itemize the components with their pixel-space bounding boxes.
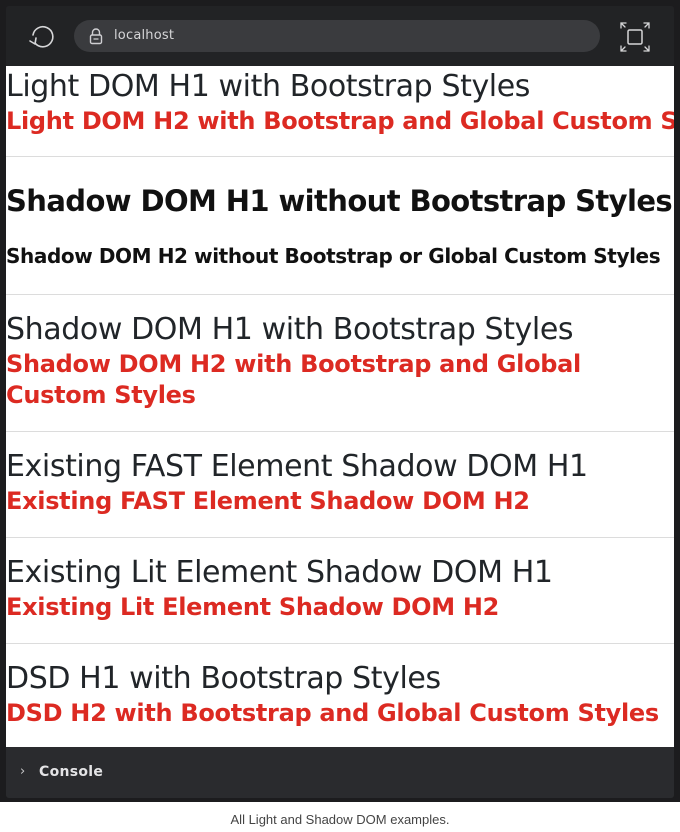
console-label: Console bbox=[39, 764, 104, 780]
light-dom-h1: Light DOM H1 with Bootstrap Styles bbox=[6, 69, 531, 104]
fast-element-h2: Existing FAST Element Shadow DOM H2 bbox=[6, 487, 530, 515]
lit-element-h1: Existing Lit Element Shadow DOM H1 bbox=[6, 555, 553, 590]
shadow-dom-bootstrap-section: Shadow DOM H1 with Bootstrap Styles Shad… bbox=[6, 295, 674, 432]
lit-element-h2: Existing Lit Element Shadow DOM H2 bbox=[6, 593, 500, 621]
page-viewport: Light DOM H1 with Bootstrap Styles Light… bbox=[6, 66, 674, 747]
reload-icon bbox=[29, 26, 54, 48]
dsd-section: DSD H1 with Bootstrap Styles DSD H2 with… bbox=[6, 644, 674, 729]
address-bar[interactable]: localhost bbox=[74, 20, 600, 52]
shadow-dom-plain-section: Shadow DOM H1 without Bootstrap Styles S… bbox=[6, 157, 674, 295]
shadow-dom-plain-h2: Shadow DOM H2 without Bootstrap or Globa… bbox=[6, 244, 661, 268]
reload-button[interactable] bbox=[26, 21, 58, 53]
light-dom-section: Light DOM H1 with Bootstrap Styles Light… bbox=[6, 66, 674, 157]
light-dom-h2: Light DOM H2 with Bootstrap and Global C… bbox=[6, 107, 674, 135]
url-text: localhost bbox=[114, 28, 175, 43]
dsd-h2: DSD H2 with Bootstrap and Global Custom … bbox=[6, 699, 659, 727]
dsd-h1: DSD H1 with Bootstrap Styles bbox=[6, 661, 441, 696]
shadow-dom-plain-h1: Shadow DOM H1 without Bootstrap Styles bbox=[6, 184, 673, 218]
shadow-dom-bootstrap-h1: Shadow DOM H1 with Bootstrap Styles bbox=[6, 312, 574, 347]
browser-toolbar: localhost bbox=[6, 6, 674, 66]
chevron-right-icon: › bbox=[20, 764, 26, 779]
expand-button[interactable] bbox=[618, 20, 652, 54]
console-toggle[interactable]: › Console bbox=[6, 747, 674, 798]
figure-caption: All Light and Shadow DOM examples. bbox=[230, 812, 450, 827]
browser-window: localhost Light DOM H1 with Bootstrap St… bbox=[6, 6, 674, 798]
fast-element-section: Existing FAST Element Shadow DOM H1 Exis… bbox=[6, 432, 674, 538]
shadow-dom-bootstrap-h2: Shadow DOM H2 with Bootstrap and Global … bbox=[6, 350, 581, 409]
fast-element-h1: Existing FAST Element Shadow DOM H1 bbox=[6, 449, 588, 484]
expand-icon bbox=[620, 22, 650, 52]
lock-icon bbox=[88, 27, 104, 45]
browser-frame: localhost Light DOM H1 with Bootstrap St… bbox=[0, 0, 680, 802]
lit-element-section: Existing Lit Element Shadow DOM H1 Exist… bbox=[6, 538, 674, 644]
